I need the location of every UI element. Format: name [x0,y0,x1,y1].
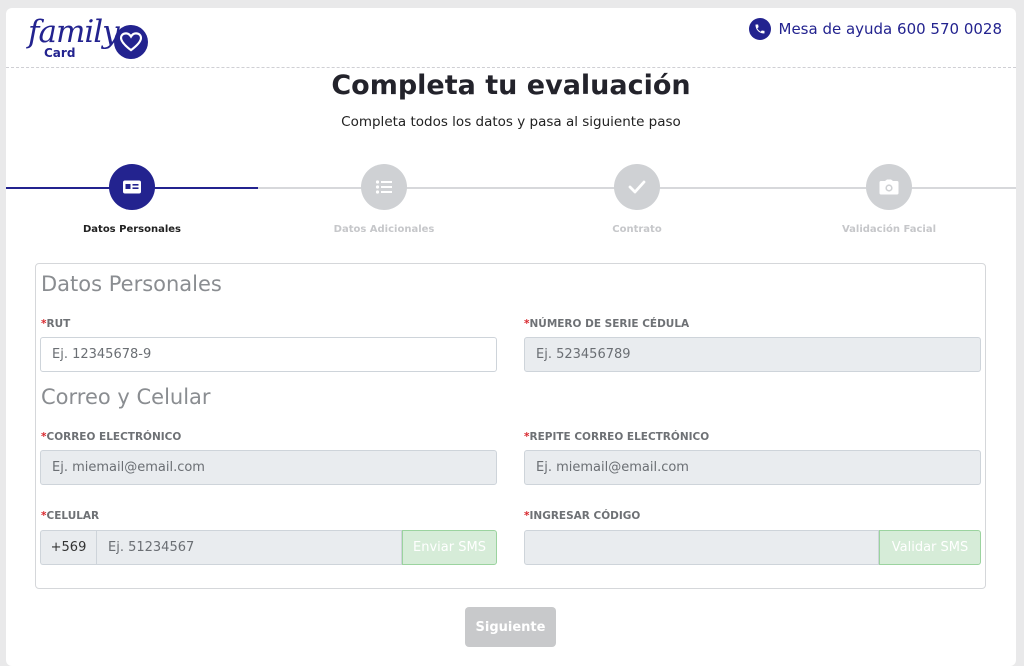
step-label: Contrato [612,224,662,235]
phone-prefix: +569 [40,530,96,565]
page-subtitle: Completa todos los datos y pasa al sigui… [341,114,681,130]
code-label: *INGRESAR CÓDIGO [524,510,640,522]
list-icon [361,164,407,210]
logo-wordmark: family [28,14,120,50]
step-datos-adicionales[interactable]: Datos Adicionales [284,164,484,235]
step-label: Validación Facial [841,224,937,235]
email-repeat-label: *REPITE CORREO ELECTRÓNICO [524,431,709,443]
validate-sms-button[interactable]: Validar SMS [879,530,981,565]
step-datos-personales[interactable]: Datos Personales [32,164,232,235]
helpdesk[interactable]: Mesa de ayuda 600 570 0028 [748,18,1003,40]
serie-input[interactable] [524,337,981,372]
email-label-text: CORREO ELECTRÓNICO [46,431,182,443]
email-input[interactable] [40,450,497,485]
header-divider [6,67,1016,68]
step-label: Datos Adicionales [333,224,435,235]
serie-label: *NÚMERO DE SERIE CÉDULA [524,318,689,330]
page-card: family Card Mesa de ayuda 600 570 0028 C… [6,8,1016,666]
send-sms-button[interactable]: Enviar SMS [402,530,497,565]
phone-label: *CELULAR [41,510,99,522]
page-title: Completa tu evaluación [331,70,691,101]
step-validacion-facial[interactable]: Validación Facial [789,164,989,235]
helpdesk-text: Mesa de ayuda 600 570 0028 [778,20,1003,38]
camera-icon [866,164,912,210]
phone-input[interactable] [96,530,402,565]
code-input[interactable] [524,530,879,565]
step-contrato[interactable]: Contrato [537,164,737,235]
step-label: Datos Personales [82,224,182,235]
phone-icon [748,18,771,40]
check-icon [614,164,660,210]
section-title-contact: Correo y Celular [41,385,211,409]
rut-label: *RUT [41,318,70,330]
phone-label-text: CELULAR [46,510,100,522]
id-card-icon [109,164,155,210]
rut-label-text: RUT [46,318,71,330]
form-container: Datos Personales *RUT *NÚMERO DE SERIE C… [35,263,986,589]
serie-label-text: NÚMERO DE SERIE CÉDULA [529,318,690,330]
email-label: *CORREO ELECTRÓNICO [41,431,181,443]
section-title-personal: Datos Personales [41,272,222,296]
logo-subtext: Card [44,46,76,60]
next-button[interactable]: Siguiente [465,607,556,647]
email-repeat-input[interactable] [524,450,981,485]
rut-input[interactable] [40,337,497,372]
email-repeat-label-text: REPITE CORREO ELECTRÓNICO [529,431,710,443]
heart-icon [114,25,148,59]
code-label-text: INGRESAR CÓDIGO [529,510,641,522]
